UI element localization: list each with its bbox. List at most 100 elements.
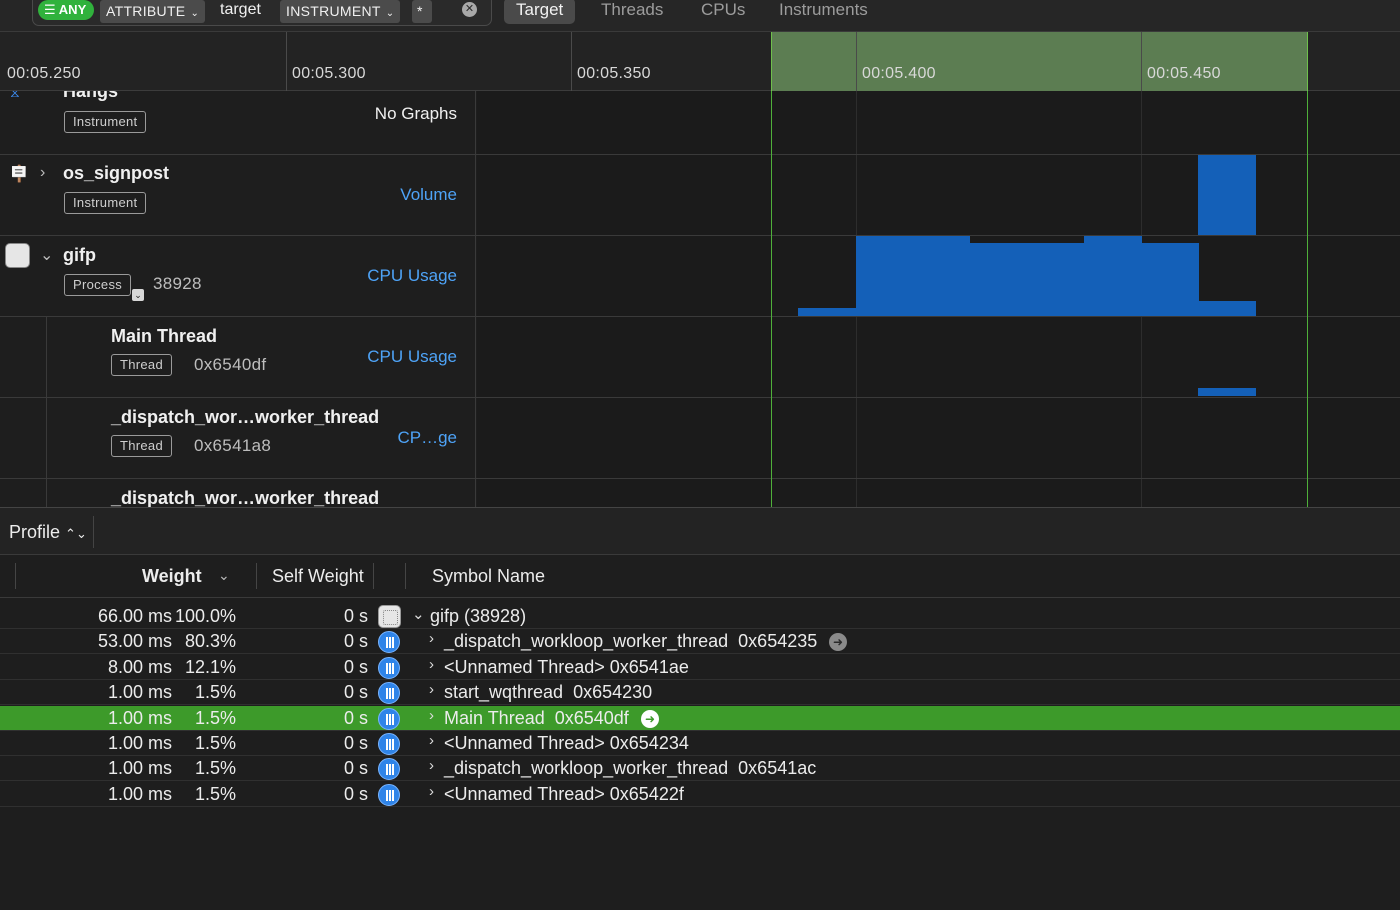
call-tree-row[interactable]: 1.00 ms 1.5% 0 s › start_wqthread 0x654230 <box>0 680 1400 706</box>
call-tree-row[interactable]: 1.00 ms 1.5% 0 s › Main Thread 0x6540df ➜ <box>0 705 1400 731</box>
attribute-token[interactable]: ATTRIBUTE ⌄ <box>100 0 206 23</box>
chevron-right-icon[interactable]: › <box>429 656 434 673</box>
badge-menu-icon[interactable]: ⌄ <box>132 289 144 301</box>
graph-kind-label[interactable]: No Graphs <box>375 104 457 124</box>
chevron-down-icon[interactable]: ⌄ <box>412 605 425 623</box>
detail-header: Profile ⌃⌄ <box>0 507 1400 555</box>
call-tree-row[interactable]: 8.00 ms 12.1% 0 s › <Unnamed Thread> 0x6541a… <box>0 655 1400 680</box>
navigate-arrow-icon[interactable]: ➜ <box>829 633 847 652</box>
ruler-tick <box>571 32 572 91</box>
chevron-right-icon[interactable]: › <box>429 707 434 724</box>
tab-threads[interactable]: Threads <box>589 0 675 24</box>
cpu-usage-bar <box>1199 301 1256 316</box>
self-weight: 0 s <box>343 758 368 779</box>
chevron-updown-icon: ⌃⌄ <box>65 526 87 541</box>
weight-ms: 1.00 ms <box>107 733 172 753</box>
time-selection-range[interactable] <box>771 32 1308 91</box>
clear-filter-icon[interactable]: ✕ <box>462 2 477 17</box>
track-title: _dispatch_wor…worker_thread <box>111 488 380 507</box>
track-graph[interactable] <box>477 236 1400 316</box>
navigate-arrow-icon[interactable]: ➜ <box>641 709 659 728</box>
weight-percent: 100.0% <box>174 606 236 626</box>
tab-target[interactable]: Target <box>504 0 576 24</box>
chevron-down-icon: ⌄ <box>190 8 200 19</box>
graph-kind-label[interactable]: CPU Usage <box>367 266 457 286</box>
call-tree-row[interactable]: 1.00 ms 1.5% 0 s › <Unnamed Thread> 0x65422f <box>0 782 1400 807</box>
track-dispatch-worker-thread[interactable]: _dispatch_wor…worker_thread <box>0 479 1400 507</box>
track-hangs[interactable]: ⧖ Hangs Instrument No Graphs <box>0 91 1400 155</box>
weight-ms: 1.00 ms <box>107 682 172 703</box>
chevron-right-icon[interactable]: › <box>429 681 434 698</box>
call-tree-row[interactable]: 53.00 ms 80.3% 0 s › _dispatch_workloop_work… <box>0 629 1400 655</box>
track-type-badge[interactable]: Process <box>64 274 132 296</box>
column-symbol-name[interactable]: Symbol Name <box>432 566 545 587</box>
profile-mode-selector[interactable]: Profile ⌃⌄ <box>9 522 87 543</box>
weight-ms: 8.00 ms <box>107 656 172 677</box>
filter-wildcard-token[interactable]: * <box>412 0 432 23</box>
ruler-tick <box>856 32 857 91</box>
weight-ms: 53.00 ms <box>97 631 172 652</box>
track-graph[interactable] <box>477 479 1400 507</box>
track-os-signpost[interactable]: 🪧 › os_signpost Instrument Volume <box>0 155 1400 236</box>
track-header: ⧖ Hangs Instrument No Graphs <box>0 91 476 154</box>
column-self-weight[interactable]: Self Weight <box>272 566 364 587</box>
track-graph[interactable] <box>477 155 1400 235</box>
cpu-usage-bar <box>1084 236 1142 316</box>
chevron-down-icon[interactable]: ⌄ <box>40 245 53 265</box>
track-list: ⧖ Hangs Instrument No Graphs 🪧 › os_sign… <box>0 91 1400 507</box>
ruler-tick-label: 00:05.350 <box>577 65 651 82</box>
self-weight: 0 s <box>343 656 368 677</box>
chevron-right-icon[interactable]: › <box>429 783 434 800</box>
weight-percent: 1.5% <box>194 783 236 804</box>
tab-cpus[interactable]: CPUs <box>689 0 757 24</box>
self-weight: 0 s <box>343 707 368 728</box>
graph-kind-label[interactable]: CPU Usage <box>367 347 457 367</box>
thread-icon <box>378 631 400 654</box>
selection-start-line[interactable] <box>771 91 772 507</box>
track-graph[interactable] <box>477 398 1400 478</box>
ruler-tick-label: 00:05.300 <box>292 65 366 82</box>
ruler-tick-label: 00:05.450 <box>1147 65 1221 82</box>
tab-instruments[interactable]: Instruments <box>767 0 880 24</box>
filter-toolbar: ☰ ANY ATTRIBUTE ⌄ target INSTRUMENT ⌄ * ✕ … <box>0 0 1400 32</box>
track-graph[interactable] <box>477 317 1400 397</box>
filter-target-value[interactable]: target <box>214 0 267 21</box>
call-tree-row[interactable]: 1.00 ms 1.5% 0 s › <Unnamed Thread> 0x654234 <box>0 731 1400 756</box>
track-title: _dispatch_wor…worker_thread <box>111 407 380 427</box>
track-title: gifp <box>63 245 96 265</box>
cpu-usage-bar <box>856 236 970 316</box>
weight-ms: 1.00 ms <box>107 707 172 728</box>
chevron-right-icon[interactable]: › <box>429 630 434 647</box>
filter-any-badge[interactable]: ☰ ANY <box>38 0 95 20</box>
chevron-right-icon[interactable]: › <box>429 757 434 774</box>
graph-kind-label[interactable]: Volume <box>400 185 457 205</box>
call-tree-row[interactable]: 1.00 ms 1.5% 0 s › _dispatch_workloop_worker… <box>0 756 1400 782</box>
chevron-right-icon[interactable]: › <box>429 732 434 749</box>
track-graph[interactable] <box>477 91 1400 154</box>
instrument-token[interactable]: INSTRUMENT ⌄ <box>280 0 401 23</box>
track-title: Hangs <box>63 91 119 101</box>
call-tree-empty-space <box>0 810 1400 910</box>
signpost-volume-bar <box>1198 155 1256 235</box>
symbol-name: Main Thread 0x6540df <box>444 707 629 728</box>
track-main-thread[interactable]: Main Thread Thread 0x6540df CPU Usage <box>0 317 1400 398</box>
weight-percent: 1.5% <box>194 758 236 779</box>
call-tree-row[interactable]: 66.00 ms 100.0% 0 s ⌄ gifp (38928) <box>0 604 1400 629</box>
filter-icon: ☰ <box>44 2 56 17</box>
graph-kind-label[interactable]: CP…ge <box>397 428 457 448</box>
track-process-gifp[interactable]: ⌄ gifp Process ⌄ 38928 CPU Usage <box>0 236 1400 317</box>
process-icon <box>5 243 30 268</box>
weight-ms: 66.00 ms <box>97 606 172 626</box>
track-dispatch-worker-thread[interactable]: _dispatch_wor…worker_thread Thread 0x654… <box>0 398 1400 479</box>
sort-chevron-down-icon[interactable]: ⌄ <box>218 567 230 584</box>
selection-end-line[interactable] <box>1307 91 1308 507</box>
weight-ms: 1.00 ms <box>107 783 172 804</box>
symbol-name: <Unnamed Thread> 0x6541ae <box>444 656 689 677</box>
chevron-right-icon[interactable]: › <box>40 164 45 182</box>
ruler-tick-label: 00:05.400 <box>862 65 936 82</box>
cpu-usage-bar <box>1198 388 1256 396</box>
symbol-name: <Unnamed Thread> 0x654234 <box>444 733 689 753</box>
column-weight[interactable]: Weight <box>142 566 202 587</box>
self-weight: 0 s <box>343 631 368 652</box>
track-title: os_signpost <box>63 163 170 183</box>
